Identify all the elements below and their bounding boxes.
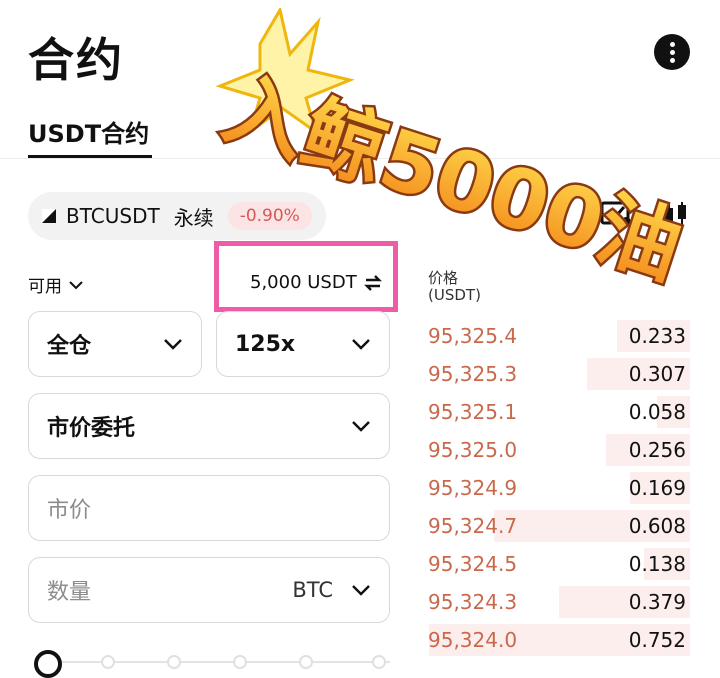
orderbook-row[interactable]: 95,324.5 0.138	[418, 545, 690, 583]
ask-quantity: 0.752	[628, 628, 686, 652]
promo-banner: 入鲸5000油	[210, 8, 696, 300]
margin-mode-select[interactable]: 全仓	[28, 311, 202, 377]
ask-price: 95,324.9	[428, 476, 518, 500]
order-type-value: 市价委托	[47, 416, 136, 441]
orderbook-row[interactable]: 95,325.1 0.058	[418, 393, 690, 431]
slider-step-dot[interactable]	[233, 655, 247, 669]
ask-quantity: 0.379	[628, 590, 686, 614]
orderbook-row[interactable]: 95,324.7 0.608	[418, 507, 690, 545]
margin-mode-value: 全仓	[47, 334, 92, 359]
quantity-slider-track[interactable]	[46, 661, 390, 663]
slider-thumb[interactable]	[34, 650, 62, 678]
chevron-down-icon	[69, 280, 83, 289]
slider-step-dot[interactable]	[372, 655, 386, 669]
slider-step-dot[interactable]	[101, 655, 115, 669]
page-title: 合约	[28, 33, 124, 87]
quantity-unit: BTC	[292, 578, 333, 602]
symbol-name: BTCUSDT	[66, 204, 160, 228]
ask-quantity: 0.608	[628, 514, 686, 538]
ask-price: 95,325.3	[428, 362, 518, 386]
ask-quantity: 0.256	[628, 438, 686, 462]
price-placeholder: 市价	[47, 498, 92, 523]
ask-price: 95,325.0	[428, 438, 518, 462]
chevron-down-icon	[352, 421, 370, 432]
quantity-input[interactable]: 数量 BTC	[28, 557, 390, 623]
ask-price: 95,325.1	[428, 400, 518, 424]
slider-step-dot[interactable]	[299, 655, 313, 669]
orderbook-row[interactable]: 95,325.3 0.307	[418, 355, 690, 393]
ask-price: 95,324.5	[428, 552, 518, 576]
ask-price: 95,324.3	[428, 590, 518, 614]
available-selector[interactable]: 可用	[28, 272, 84, 297]
tab-usdt-futures[interactable]: USDT合约	[28, 114, 149, 149]
ask-price: 95,324.0	[428, 628, 518, 652]
orderbook-row[interactable]: 95,325.0 0.256	[418, 431, 690, 469]
promo-text: 入鲸5000油	[213, 60, 693, 297]
price-input[interactable]: 市价	[28, 475, 390, 541]
ask-price: 95,324.7	[428, 514, 518, 538]
chevron-down-icon	[352, 585, 370, 596]
slider-step-dot[interactable]	[167, 655, 181, 669]
orderbook-row[interactable]: 95,324.0 0.752	[418, 621, 690, 659]
quantity-unit-select[interactable]: BTC	[292, 578, 371, 602]
orderbook-row[interactable]: 95,324.9 0.169	[418, 469, 690, 507]
orderbook-row[interactable]: 95,324.3 0.379	[418, 583, 690, 621]
ask-quantity: 0.169	[628, 476, 686, 500]
available-label: 可用	[28, 277, 62, 297]
ask-quantity: 0.307	[628, 362, 686, 386]
symbol-flag-icon	[42, 209, 56, 223]
ask-quantity: 0.058	[628, 400, 686, 424]
ask-quantity: 0.138	[628, 552, 686, 576]
order-type-select[interactable]: 市价委托	[28, 393, 390, 459]
quantity-placeholder: 数量	[47, 580, 92, 605]
chevron-down-icon	[164, 339, 182, 350]
